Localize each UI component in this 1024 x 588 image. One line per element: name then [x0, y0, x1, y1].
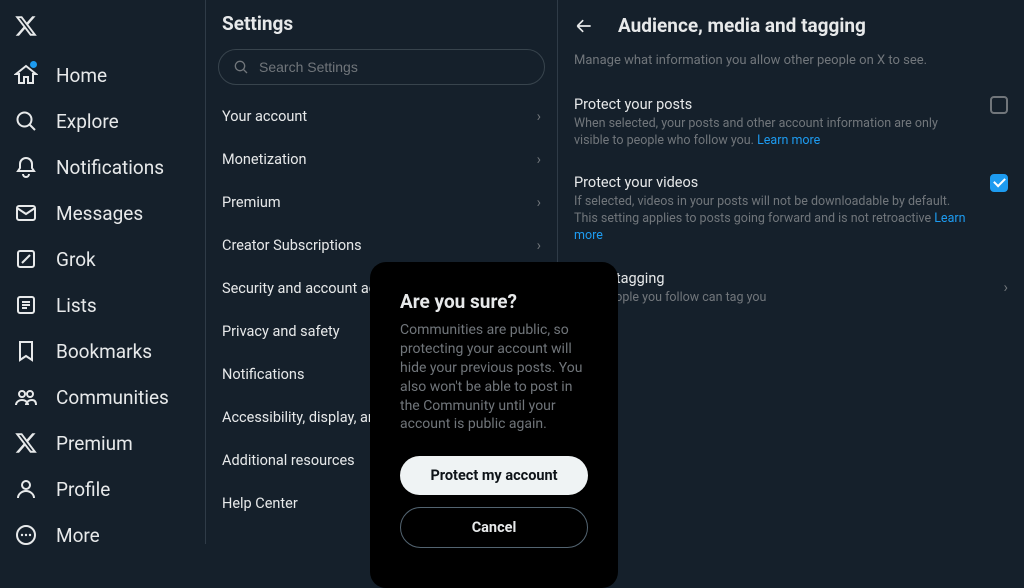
settings-item-monetization[interactable]: Monetization› — [206, 138, 557, 181]
setting-protect-posts: Protect your posts When selected, your p… — [558, 86, 1024, 164]
detail-subtitle: Manage what information you allow other … — [558, 47, 1024, 86]
primary-nav: Home Explore Notifications Messages Grok… — [0, 0, 206, 544]
nav-label: Bookmarks — [56, 340, 152, 363]
settings-item-your-account[interactable]: Your account› — [206, 95, 557, 138]
nav-label: Lists — [56, 294, 97, 317]
settings-title: Settings — [206, 12, 557, 49]
mail-icon — [14, 201, 38, 225]
bell-icon — [14, 155, 38, 179]
nav-messages[interactable]: Messages — [0, 190, 205, 236]
nav-bookmarks[interactable]: Bookmarks — [0, 328, 205, 374]
confirm-button[interactable]: Protect my account — [400, 456, 588, 495]
search-settings[interactable] — [218, 49, 545, 85]
more-icon — [14, 523, 38, 547]
search-icon — [14, 109, 38, 133]
setting-description: When selected, your posts and other acco… — [574, 116, 1008, 150]
chevron-right-icon: › — [537, 151, 541, 168]
nav-label: Premium — [56, 432, 133, 455]
nav-explore[interactable]: Explore — [0, 98, 205, 144]
nav-premium[interactable]: Premium — [0, 420, 205, 466]
list-icon — [14, 293, 38, 317]
chevron-right-icon: › — [537, 194, 541, 211]
learn-more-link[interactable]: Learn more — [757, 133, 820, 148]
nav-label: Grok — [56, 248, 96, 271]
search-input[interactable] — [259, 59, 530, 75]
detail-title: Audience, media and tagging — [618, 14, 866, 37]
grok-icon — [14, 247, 38, 271]
nav-more[interactable]: More — [0, 512, 205, 558]
nav-label: Explore — [56, 110, 119, 133]
setting-description: If selected, videos in your posts will n… — [574, 194, 1008, 245]
nav-grok[interactable]: Grok — [0, 236, 205, 282]
chevron-right-icon: › — [537, 108, 541, 125]
nav-label: Home — [56, 64, 107, 87]
chevron-right-icon: › — [1003, 278, 1008, 296]
dialog-title: Are you sure? — [400, 290, 588, 313]
nav-label: Messages — [56, 202, 143, 225]
profile-icon — [14, 477, 38, 501]
bookmark-icon — [14, 339, 38, 363]
arrow-left-icon — [574, 16, 594, 36]
nav-notifications[interactable]: Notifications — [0, 144, 205, 190]
search-icon — [233, 59, 249, 75]
x-icon — [14, 431, 38, 455]
nav-lists[interactable]: Lists — [0, 282, 205, 328]
setting-protect-videos: Protect your videos If selected, videos … — [558, 164, 1024, 259]
protect-posts-checkbox[interactable] — [990, 96, 1008, 114]
setting-label: Protect your videos — [574, 174, 1008, 191]
confirm-dialog: Are you sure? Communities are public, so… — [370, 262, 618, 588]
nav-label: Notifications — [56, 156, 164, 179]
nav-communities[interactable]: Communities — [0, 374, 205, 420]
detail-column: Audience, media and tagging Manage what … — [558, 0, 1024, 544]
settings-item-premium[interactable]: Premium› — [206, 181, 557, 224]
settings-item-creator-subs[interactable]: Creator Subscriptions› — [206, 224, 557, 267]
back-button[interactable] — [574, 16, 594, 36]
protect-videos-checkbox[interactable] — [990, 174, 1008, 192]
cancel-button[interactable]: Cancel — [400, 507, 588, 548]
nav-home[interactable]: Home — [0, 52, 205, 98]
nav-label: More — [56, 524, 100, 547]
dialog-body: Communities are public, so protecting yo… — [400, 321, 588, 434]
nav-profile[interactable]: Profile — [0, 466, 205, 512]
notification-dot — [30, 61, 37, 68]
nav-label: Profile — [56, 478, 110, 501]
chevron-right-icon: › — [537, 237, 541, 254]
setting-photo-tagging[interactable]: Photo tagging Only people you follow can… — [558, 258, 1024, 319]
logo[interactable] — [0, 6, 205, 52]
setting-label: Protect your posts — [574, 96, 1008, 113]
nav-label: Communities — [56, 386, 169, 409]
x-logo-icon — [14, 14, 38, 38]
communities-icon — [14, 385, 38, 409]
